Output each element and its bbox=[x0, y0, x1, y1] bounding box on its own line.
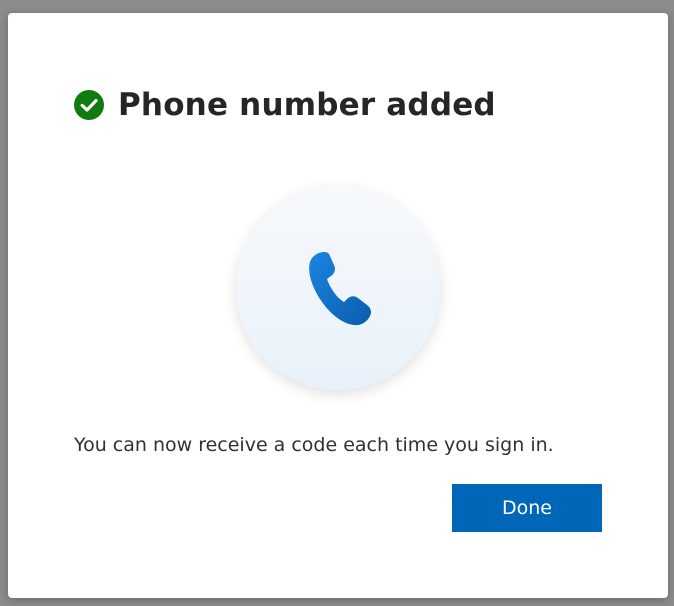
phone-icon bbox=[304, 248, 374, 328]
done-button[interactable]: Done bbox=[452, 484, 602, 532]
check-circle-icon bbox=[74, 90, 104, 120]
dialog-title: Phone number added bbox=[118, 87, 496, 123]
dialog-header: Phone number added bbox=[74, 87, 496, 123]
phone-added-dialog: Phone number added You can now receive a… bbox=[8, 13, 668, 598]
phone-illustration bbox=[236, 186, 440, 390]
dialog-message: You can now receive a code each time you… bbox=[74, 434, 554, 456]
done-button-label: Done bbox=[502, 497, 552, 519]
